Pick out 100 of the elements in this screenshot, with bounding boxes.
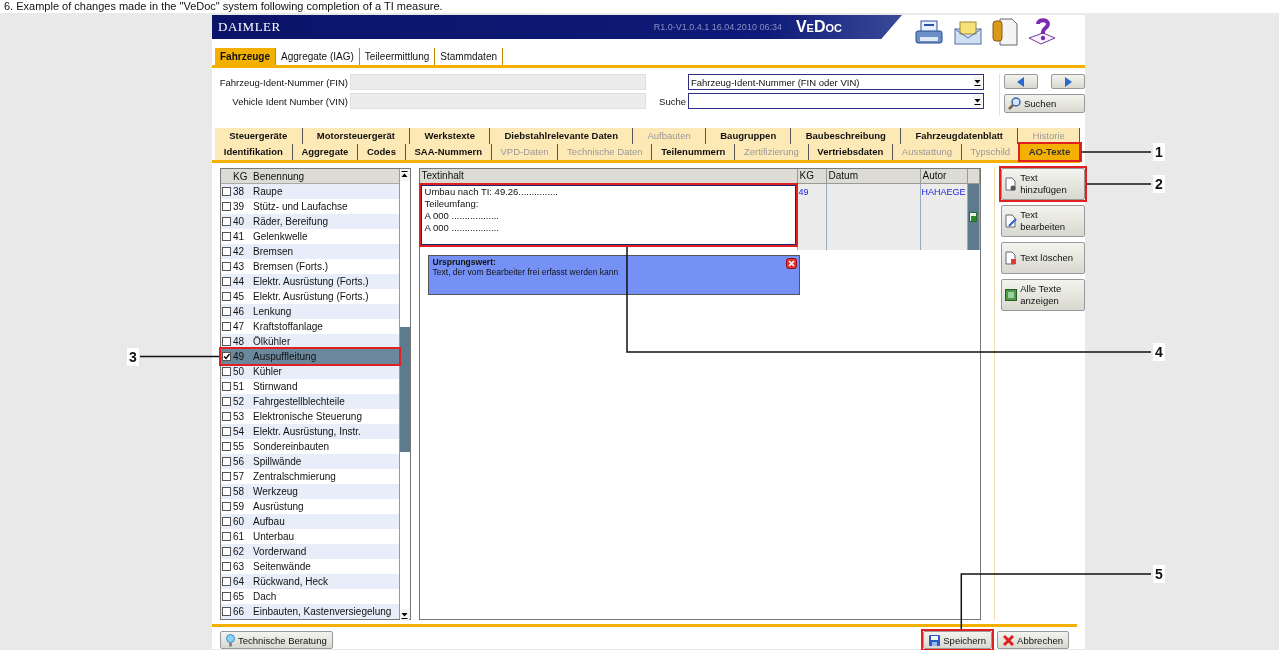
- tab[interactable]: Fahrzeuge: [215, 48, 276, 65]
- table-cell-text: Unterbau: [253, 531, 296, 542]
- callout-number: 2: [1153, 175, 1165, 193]
- table-cell-text: Bremsen: [253, 246, 294, 257]
- action-button[interactable]: Alle Texte anzeigen: [1001, 279, 1085, 311]
- tab[interactable]: AO-Texte: [1019, 144, 1080, 160]
- table-cell-text: 47: [233, 321, 246, 332]
- table-cell-text: Bremsen (Forts.): [253, 261, 329, 272]
- list-row[interactable]: 51 Stirnwand: [221, 379, 399, 394]
- table-cell-text: 48: [233, 336, 246, 347]
- table-cell-text: 53: [233, 411, 246, 422]
- list-row[interactable]: 66 Einbauten, Kastenversiegelung: [221, 604, 399, 619]
- list-row[interactable]: 45 Elektr. Ausrüstung (Forts.): [221, 289, 399, 304]
- table-cell-text: Kühler: [253, 366, 283, 377]
- list-row[interactable]: 61 Unterbau: [221, 529, 399, 544]
- tab[interactable]: Steuergeräte: [215, 128, 303, 144]
- table-cell-text: 58: [233, 486, 246, 497]
- table-cell-text: Auspuffleitung: [253, 351, 318, 362]
- tab[interactable]: Aggregate: [292, 144, 359, 160]
- callout-number: 4: [1153, 343, 1165, 361]
- list-row[interactable]: 42 Bremsen: [221, 244, 399, 259]
- table-cell-text: Elektr. Ausrüstung, Instr.: [253, 426, 362, 437]
- list-row[interactable]: 62 Vorderwand: [221, 544, 399, 559]
- list-row[interactable]: 39 Stütz- und Laufachse: [221, 199, 399, 214]
- table-cell-text: Stütz- und Laufachse: [253, 201, 349, 212]
- list-row[interactable]: 65 Dach: [221, 589, 399, 604]
- list-row[interactable]: 43 Bremsen (Forts.): [221, 259, 399, 274]
- table-cell-text: 39: [233, 201, 246, 212]
- tab[interactable]: Aggregate (IAG): [276, 48, 360, 65]
- tab[interactable]: SAA-Nummern: [405, 144, 492, 160]
- table-cell-text: Gelenkwelle: [253, 231, 309, 242]
- table-cell-text: 49: [233, 351, 246, 362]
- table-cell-text: 54: [233, 426, 246, 437]
- callout-number: 1: [1153, 143, 1165, 161]
- table-cell-text: Elektronische Steuerung: [253, 411, 363, 422]
- table-cell-text: Zentralschmierung: [253, 471, 337, 482]
- list-row[interactable]: 46 Lenkung: [221, 304, 399, 319]
- tab[interactable]: Fahrzeugdatenblatt: [901, 128, 1019, 144]
- tab[interactable]: Werkstexte: [410, 128, 491, 144]
- tab[interactable]: Motorsteuergerät: [302, 128, 411, 144]
- footer-button[interactable]: Abbrechen: [997, 631, 1069, 649]
- tab[interactable]: Identifikation: [215, 144, 293, 160]
- list-row[interactable]: 63 Seitenwände: [221, 559, 399, 574]
- list-row[interactable]: 49 Auspuffleitung: [221, 349, 399, 364]
- list-row[interactable]: 52 Fahrgestellblechteile: [221, 394, 399, 409]
- tab[interactable]: Teilenummern: [652, 144, 736, 160]
- list-row[interactable]: 64 Rückwand, Heck: [221, 574, 399, 589]
- list-row[interactable]: 60 Aufbau: [221, 514, 399, 529]
- table-cell-text: 63: [233, 561, 246, 572]
- dropdown[interactable]: Fahrzeug-Ident-Nummer (FIN oder VIN): [688, 74, 984, 90]
- field-label: Suche: [658, 95, 686, 107]
- list-row[interactable]: 54 Elektr. Ausrüstung, Instr.: [221, 424, 399, 439]
- tab[interactable]: Baugruppen: [706, 128, 792, 144]
- table-cell-text: Kraftstoffanlage: [253, 321, 324, 332]
- text-field[interactable]: Umbau nach TI: 49.26............... Teileumfang: A 000 .................. A 000 ..................: [420, 185, 796, 245]
- table-header: Autor: [920, 169, 968, 184]
- list-row[interactable]: 38 Raupe: [221, 184, 399, 199]
- table-cell-text: Elektr. Ausrüstung (Forts.): [253, 276, 370, 287]
- table-cell-text: Fahrgestellblechteile: [253, 396, 346, 407]
- table-cell-text: 60: [233, 516, 246, 527]
- action-button[interactable]: Text bearbeiten: [1001, 205, 1085, 237]
- table-cell-text: Ausrüstung: [253, 501, 305, 512]
- list-row[interactable]: 58 Werkzeug: [221, 484, 399, 499]
- caption-text: 6. Example of changes made in the "VeDoc" system following completion of a TI measure.: [0, 0, 1279, 13]
- table-cell-text: 56: [233, 456, 246, 467]
- table-cell-text: 55: [233, 441, 246, 452]
- tooltip-title: Ursprungswert:: [432, 257, 497, 267]
- tab[interactable]: Vertriebsdaten: [808, 144, 894, 160]
- table-cell-text: Aufbau: [253, 516, 286, 527]
- action-button[interactable]: Text hinzufügen: [1001, 168, 1085, 200]
- footer-button[interactable]: Technische Beratung: [220, 631, 333, 649]
- action-button[interactable]: Text löschen: [1001, 242, 1085, 274]
- table-cell-text: 51: [233, 381, 246, 392]
- table-cell-text: 43: [233, 261, 246, 272]
- list-row[interactable]: 41 Gelenkwelle: [221, 229, 399, 244]
- table-cell-text: Raupe: [253, 186, 284, 197]
- tab[interactable]: Codes: [358, 144, 406, 160]
- list-row[interactable]: 47 Kraftstoffanlage: [221, 319, 399, 334]
- table-header: KG: [233, 170, 249, 182]
- field-label: Vehicle Ident Number (VIN): [231, 95, 348, 107]
- list-row[interactable]: 55 Sondereinbauten: [221, 439, 399, 454]
- table-cell-text: Lenkung: [253, 306, 293, 317]
- table-cell-text: 38: [233, 186, 246, 197]
- table-cell-text: Spillwände: [253, 456, 303, 467]
- table-cell-text: 42: [233, 246, 246, 257]
- tab[interactable]: Teileermittlung: [359, 48, 436, 65]
- table-cell-text: Einbauten, Kastenversiegelung: [253, 606, 393, 617]
- tab[interactable]: Baubeschreibung: [791, 128, 902, 144]
- table-cell-text: 40: [233, 216, 246, 227]
- list-row[interactable]: 56 Spillwände: [221, 454, 399, 469]
- tab[interactable]: Diebstahlrelevante Daten: [490, 128, 634, 144]
- footer-button[interactable]: Speichern: [923, 631, 993, 649]
- table-cell-text: Seitenwände: [253, 561, 312, 572]
- list-row[interactable]: 53 Elektronische Steuerung: [221, 409, 399, 424]
- list-row[interactable]: 44 Elektr. Ausrüstung (Forts.): [221, 274, 399, 289]
- list-row[interactable]: 59 Ausrüstung: [221, 499, 399, 514]
- list-row[interactable]: 57 Zentralschmierung: [221, 469, 399, 484]
- tab[interactable]: Stammdaten: [435, 48, 503, 65]
- search-button[interactable]: Suchen: [1004, 94, 1085, 113]
- list-row[interactable]: 40 Räder, Bereifung: [221, 214, 399, 229]
